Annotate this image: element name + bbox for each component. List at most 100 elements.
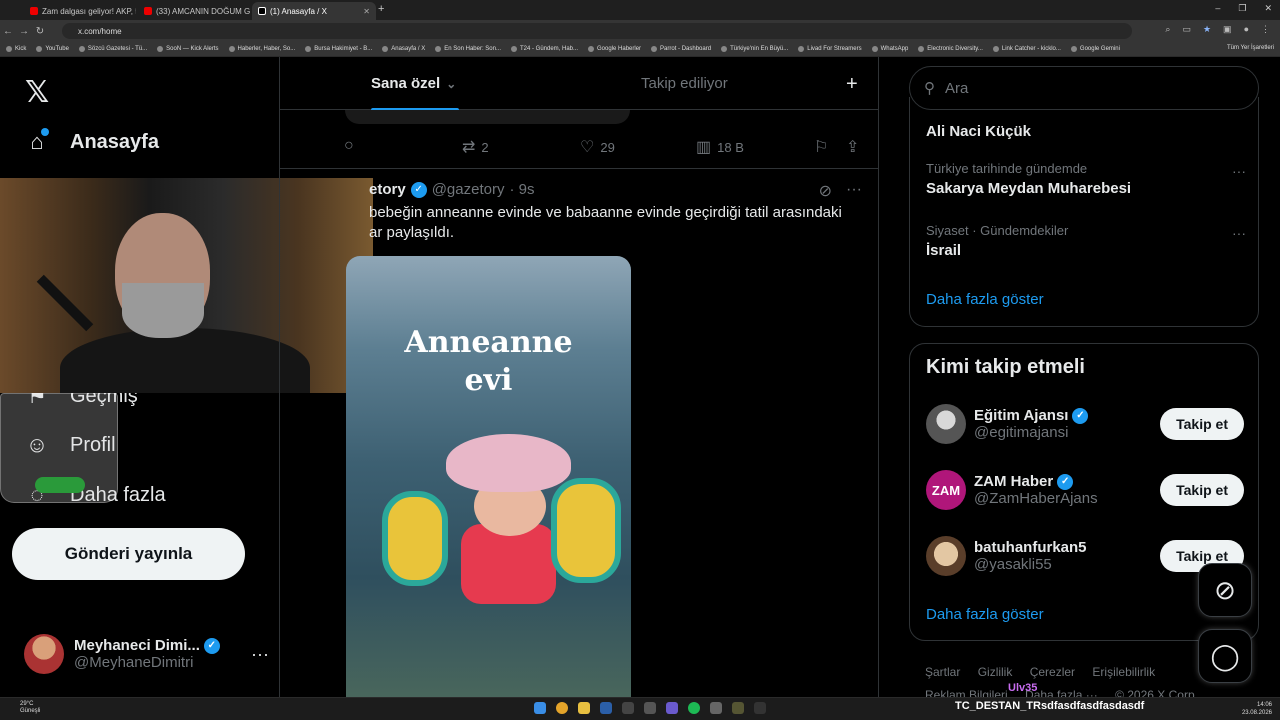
- bookmark-item[interactable]: Anasayfa / X: [382, 46, 425, 52]
- footer-link[interactable]: Erişilebilirlik: [1092, 665, 1155, 679]
- zoom-icon[interactable]: ⌕: [1165, 24, 1170, 35]
- browser-tab-active[interactable]: (1) Anasayfa / X ✕: [252, 2, 376, 20]
- reply-button[interactable]: ○: [344, 137, 354, 155]
- bookmark-item[interactable]: Bursa Hakimiyet - B...: [305, 46, 372, 52]
- tweet-author-name[interactable]: etory: [369, 181, 406, 198]
- steam-icon[interactable]: [622, 702, 634, 714]
- bookmark-item[interactable]: T24 - Gündem, Hab...: [510, 46, 578, 52]
- close-tab-icon[interactable]: ✕: [363, 7, 370, 16]
- bookmark-item[interactable]: Link Catcher - kicklo...: [992, 46, 1061, 52]
- tweet-timestamp[interactable]: · 9s: [509, 181, 534, 198]
- more-options-icon[interactable]: ···: [251, 644, 269, 665]
- grok-icon[interactable]: ⊘: [1198, 563, 1252, 617]
- address-bar[interactable]: x.com/home: [62, 23, 1132, 39]
- clock[interactable]: 14:06 23.08.2026: [1242, 701, 1272, 717]
- windows-start-icon[interactable]: [534, 702, 546, 714]
- extensions-icon[interactable]: ▣: [1223, 24, 1232, 35]
- weather-widget[interactable]: 29°C Güneşli: [20, 701, 40, 715]
- bookmark-item[interactable]: Sözcü Gazetesi - Tü...: [78, 46, 147, 52]
- bookmark-item[interactable]: Parrot - Dashboard: [651, 46, 711, 52]
- share-icon: ⇪: [846, 139, 860, 156]
- tweet-video[interactable]: Anneanne evi: [346, 256, 631, 697]
- search-input[interactable]: [945, 79, 1245, 97]
- views-button[interactable]: ▥ 18 B: [696, 137, 744, 157]
- spotify-icon[interactable]: [688, 702, 700, 714]
- browser-tab[interactable]: Zam dalgası geliyor! AKP, 500 m ✕: [24, 2, 136, 20]
- obs-icon[interactable]: [754, 702, 766, 714]
- trend-item[interactable]: Siyaset · Gündemdekiler İsrail ···: [926, 223, 1246, 259]
- back-icon[interactable]: ←: [0, 26, 16, 37]
- file-explorer-icon[interactable]: [578, 702, 590, 714]
- bookmark-item[interactable]: Livad For Streamers: [798, 46, 862, 52]
- app-icon[interactable]: [710, 702, 722, 714]
- share-button[interactable]: ⇪: [846, 137, 859, 157]
- bookmark-item[interactable]: WhatsApp: [871, 46, 909, 52]
- tab-for-you[interactable]: Sana özel ⌄: [371, 57, 456, 110]
- bookmark-item[interactable]: Google Haberler: [588, 46, 641, 52]
- minimize-icon[interactable]: –: [1215, 3, 1220, 14]
- follow-suggestion[interactable]: Eğitim Ajansı ✓ @egitimajansi Takip et: [926, 402, 1244, 446]
- toolbar-icons: ⌕ ▭ ★ ▣ ● ⋮: [1165, 24, 1270, 35]
- add-tab-icon[interactable]: +: [846, 73, 858, 96]
- bookmark-label: WhatsApp: [880, 46, 909, 52]
- bookmark-favicon-icon: [78, 46, 85, 52]
- post-button[interactable]: Gönderi yayınla: [12, 528, 245, 580]
- bookmark-item[interactable]: Kick: [6, 46, 26, 52]
- jar-candy: [35, 477, 85, 493]
- search-box[interactable]: ⚲: [909, 66, 1259, 110]
- account-switcher[interactable]: Meyhaneci Dimi... ✓ @MeyhaneDimitri ···: [24, 629, 269, 679]
- follow-button[interactable]: Takip et: [1160, 408, 1244, 440]
- bookmark-item[interactable]: En Son Haber: Son...: [435, 46, 501, 52]
- chrome-icon[interactable]: [556, 702, 568, 714]
- bookmark-button[interactable]: ⚐: [814, 137, 828, 157]
- forward-icon[interactable]: →: [16, 26, 32, 37]
- cast-icon[interactable]: ▭: [1182, 24, 1191, 35]
- menu-icon[interactable]: ⋮: [1261, 24, 1270, 35]
- more-options-icon[interactable]: ···: [846, 181, 862, 201]
- app-icon[interactable]: [644, 702, 656, 714]
- follow-suggestion[interactable]: ZAM ZAM Haber ✓ @ZamHaberAjans Takip et: [926, 468, 1244, 512]
- bookmark-label: Link Catcher - kicklo...: [1001, 46, 1061, 52]
- footer-link[interactable]: Çerezler: [1030, 665, 1075, 679]
- arm-floatie: [551, 478, 621, 583]
- discord-icon[interactable]: [666, 702, 678, 714]
- bookmark-item[interactable]: SooN — Kick Alerts: [157, 46, 219, 52]
- retweet-button[interactable]: ⇄ 2: [462, 137, 489, 157]
- like-button[interactable]: ♡ 29: [580, 137, 615, 157]
- all-bookmarks-folder[interactable]: Tüm Yer İşaretleri: [1227, 45, 1274, 51]
- account-name-row: Meyhaneci Dimi... ✓: [74, 637, 220, 654]
- new-tab-icon[interactable]: +: [378, 3, 384, 15]
- panel-title: Kimi takip etmeli: [926, 356, 1085, 378]
- more-options-icon[interactable]: ···: [1232, 163, 1246, 179]
- app-icon[interactable]: [732, 702, 744, 714]
- follow-button[interactable]: Takip et: [1160, 474, 1244, 506]
- suggestion-name-row: batuhanfurkan5: [974, 539, 1087, 556]
- trend-item[interactable]: Türkiye tarihinde gündemde Sakarya Meyda…: [926, 161, 1246, 197]
- footer-link[interactable]: Şartlar: [925, 665, 960, 679]
- follow-suggestion[interactable]: batuhanfurkan5 @yasakli55 Takip et: [926, 534, 1244, 578]
- bookmark-item[interactable]: Electronic Diversity...: [918, 46, 983, 52]
- bookmark-item[interactable]: YouTube: [36, 46, 69, 52]
- show-more-link[interactable]: Daha fazla göster: [926, 606, 1044, 623]
- footer-link[interactable]: Gizlilik: [978, 665, 1013, 679]
- bookmark-item[interactable]: Türkiye'nin En Büyü...: [721, 46, 788, 52]
- tweet[interactable]: etory ✓ @gazetory · 9s ⊘ ··· bebeğin ann…: [280, 169, 878, 697]
- browser-tab[interactable]: (33) AMCANIN DOĞUM GÜNÜ ✕: [138, 2, 250, 20]
- reload-icon[interactable]: ↻: [32, 26, 48, 37]
- maximize-icon[interactable]: ❐: [1238, 3, 1246, 14]
- profile-icon[interactable]: ●: [1244, 24, 1249, 35]
- messages-icon[interactable]: ◯: [1198, 629, 1252, 683]
- grok-icon[interactable]: ⊘: [819, 181, 832, 201]
- x-logo-icon[interactable]: 𝕏: [25, 75, 49, 110]
- show-more-link[interactable]: Daha fazla göster: [926, 291, 1044, 308]
- trend-item[interactable]: Ali Naci Küçük: [926, 119, 1246, 140]
- tab-following[interactable]: Takip ediliyor: [641, 57, 728, 110]
- tweet-author-handle[interactable]: @gazetory: [432, 181, 505, 198]
- bookmark-star-icon[interactable]: ★: [1203, 24, 1211, 35]
- store-icon[interactable]: [600, 702, 612, 714]
- close-window-icon[interactable]: ✕: [1264, 3, 1272, 14]
- suggestion-name-row: ZAM Haber ✓: [974, 473, 1098, 490]
- bookmark-item[interactable]: Google Gemini: [1070, 46, 1120, 52]
- more-options-icon[interactable]: ···: [1232, 225, 1246, 241]
- bookmark-item[interactable]: Haberler, Haber, So...: [228, 46, 295, 52]
